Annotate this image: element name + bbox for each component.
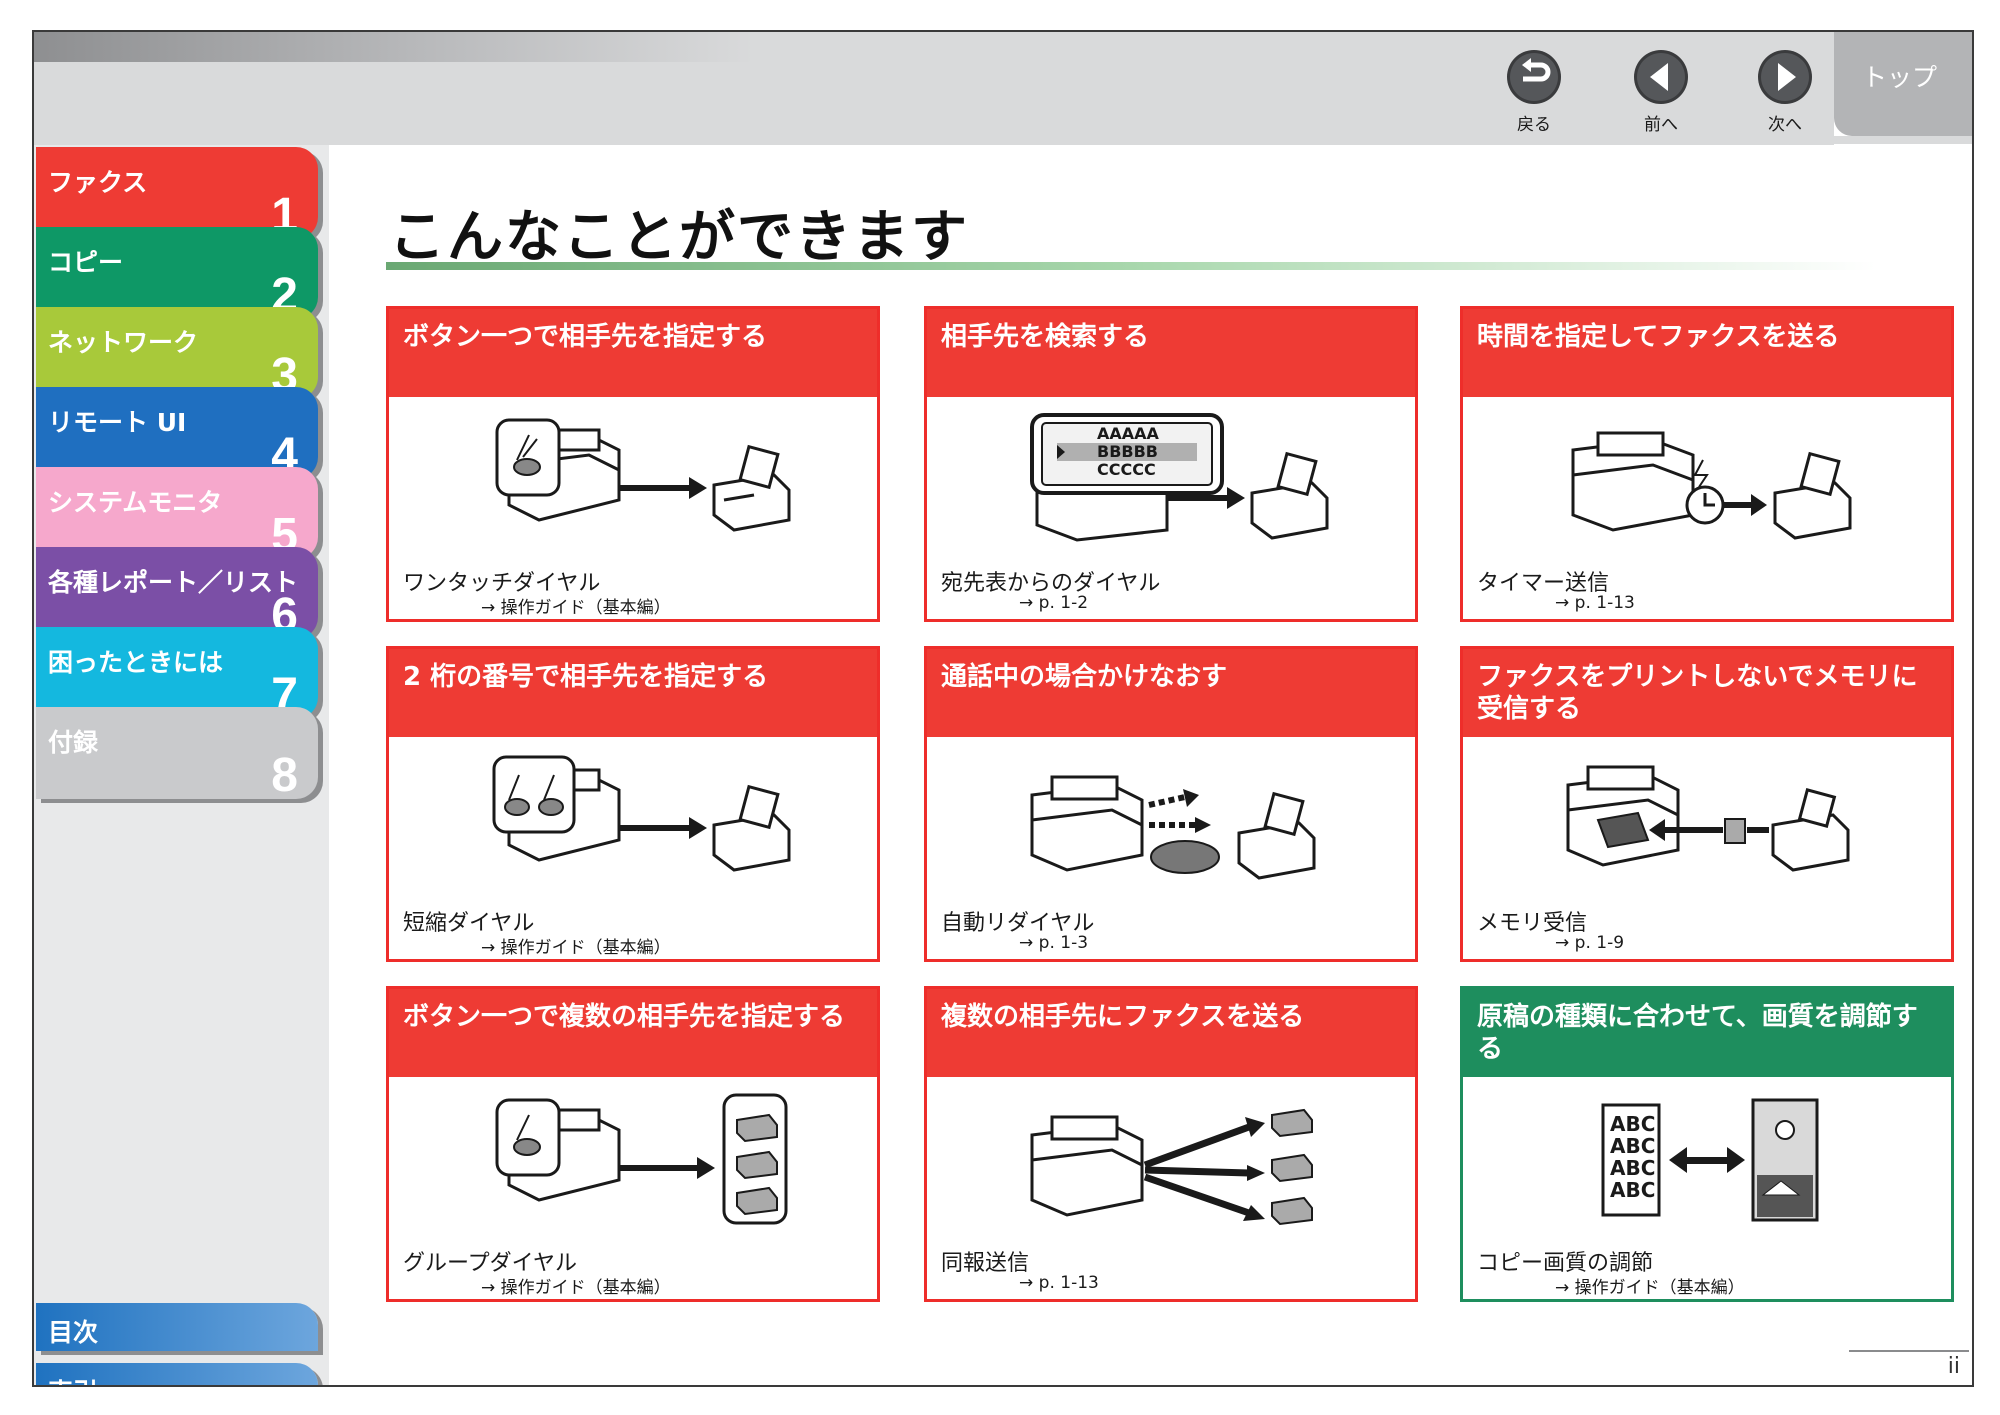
abc-line-4: ABC [1610,1178,1655,1202]
auto-redial-icon [1030,775,1316,880]
chapter-label: 困ったときには [48,648,224,677]
index-label: 索引 [48,1373,98,1385]
top-bar-gradient [34,32,754,62]
card-heading: 2 桁の番号で相手先を指定する [389,649,877,737]
lcd-line-3: CCCCC [1097,460,1156,479]
feature-reference[interactable]: → p. 1-3 [1019,933,1088,953]
feature-card-memory-receive[interactable]: ファクスをプリントしないでメモリに受信する メモリ受信 → p. 1-9 [1460,646,1954,962]
feature-card-coded-dial[interactable]: 2 桁の番号で相手先を指定する 短縮ダイヤル → 操作ガイド（基本編） [386,646,880,962]
feature-reference[interactable]: → 操作ガイド（基本編） [1555,1273,1745,1298]
page-title: こんなことができます [389,205,969,270]
memory-receive-icon [1566,765,1850,872]
back-label: 戻る [1517,115,1551,135]
page-number: ii [1947,1354,1960,1379]
title-underline [386,262,1876,270]
chapter-tab-2[interactable]: コピー 2 [36,227,318,322]
card-heading: 複数の相手先にファクスを送る [927,989,1415,1077]
card-heading: 相手先を検索する [927,309,1415,397]
lcd-line-2: BBBBB [1097,442,1158,461]
next-label: 次へ [1768,115,1802,135]
feature-reference[interactable]: → 操作ガイド（基本編） [481,1273,671,1298]
abc-line-1: ABC [1610,1112,1655,1136]
chapter-label: 付録 [48,728,99,757]
contents-label: 目次 [48,1318,99,1347]
lcd-line-1: AAAAA [1097,424,1160,443]
feature-reference[interactable]: → p. 1-2 [1019,593,1088,613]
feature-reference[interactable]: → 操作ガイド（基本編） [481,933,671,958]
card-heading: ボタン一つで相手先を指定する [389,309,877,397]
card-heading: 通話中の場合かけなおす [927,649,1415,737]
abc-line-3: ABC [1610,1156,1655,1180]
chapter-tab-6[interactable]: 各種レポート／リスト 6 [36,547,318,642]
card-heading: 時間を指定してファクスを送る [1463,309,1951,397]
feature-card-image-quality[interactable]: 原稿の種類に合わせて、画質を調節する ABC ABC ABC ABC コピー画質… [1460,986,1954,1302]
one-touch-dial-icon [495,418,791,532]
feature-card-group-dial[interactable]: ボタン一つで複数の相手先を指定する グループダイヤル → 操作ガイド（基本編） [386,986,880,1302]
feature-reference[interactable]: → p. 1-9 [1555,933,1624,953]
top-page-tab[interactable]: トップ [1834,32,1972,144]
coded-dial-icon [492,755,791,872]
broadcast-send-icon [1030,1108,1313,1226]
chapter-label: コピー [48,248,124,277]
feature-reference[interactable]: → p. 1-13 [1555,593,1635,613]
feature-name: 同報送信 [941,1251,1030,1276]
chapter-label: システムモニタ [48,488,223,517]
chapter-tab-1[interactable]: ファクス 1 [36,147,318,242]
card-heading: 原稿の種類に合わせて、画質を調節する [1463,989,1951,1077]
feature-card-broadcast[interactable]: 複数の相手先にファクスを送る 同報送信 → p. 1-13 [924,986,1418,1302]
top-bar: 戻る 前へ 次へ [34,32,1834,145]
feature-reference[interactable]: → p. 1-13 [1019,1273,1099,1293]
feature-reference[interactable]: → 操作ガイド（基本編） [481,593,671,618]
next-button[interactable]: 次へ [1745,48,1825,135]
timer-send-icon [1571,431,1852,540]
group-dial-icon [495,1093,788,1225]
chapter-tab-5[interactable]: システムモニタ 5 [36,467,318,562]
chapter-label: リモート UI [48,408,187,437]
chapter-label: ネットワーク [48,328,199,357]
chapter-sidebar: ファクス 1 コピー 2 ネットワーク 3 リモート UI 4 システムモニタ … [34,145,329,1385]
card-heading: ボタン一つで複数の相手先を指定する [389,989,877,1077]
prev-button[interactable]: 前へ [1621,48,1701,135]
back-button[interactable]: 戻る [1494,48,1574,135]
index-button[interactable]: 索引 [36,1363,318,1385]
chapter-tab-7[interactable]: 困ったときには 7 [36,627,318,722]
page-number-rule [1849,1350,1969,1352]
back-icon [1507,50,1561,104]
image-quality-icon: ABC ABC ABC ABC [1601,1098,1819,1222]
feature-card-timer-send[interactable]: 時間を指定してファクスを送る タイマー送信 → p. 1-13 [1460,306,1954,622]
address-book-dial-icon: AAAAA BBBBB CCCCC [1030,413,1329,542]
contents-button[interactable]: 目次 [36,1303,318,1351]
prev-icon [1634,50,1688,104]
feature-card-address-book[interactable]: 相手先を検索する AAAAA BBBBB CCCCC 宛先表からのダイヤル → … [924,306,1418,622]
chapter-number: 8 [271,749,298,802]
chapter-tab-8[interactable]: 付録 8 [36,707,318,802]
chapter-label: ファクス [48,168,148,197]
manual-frame: 戻る 前へ 次へ トップ ファクス 1 コピー 2 ネットワーク 3 リモート … [32,30,1974,1387]
chapter-tab-4[interactable]: リモート UI 4 [36,387,318,482]
abc-line-2: ABC [1610,1134,1655,1158]
chapter-label: 各種レポート／リスト [48,568,299,597]
next-icon [1758,50,1812,104]
prev-label: 前へ [1644,115,1678,135]
chapter-tab-3[interactable]: ネットワーク 3 [36,307,318,402]
card-heading: ファクスをプリントしないでメモリに受信する [1463,649,1951,737]
feature-card-one-touch[interactable]: ボタン一つで相手先を指定する ワンタッチダイヤル → 操作ガイド（基本編） [386,306,880,622]
feature-card-auto-redial[interactable]: 通話中の場合かけなおす 自動リダイヤル → p. 1-3 [924,646,1418,962]
